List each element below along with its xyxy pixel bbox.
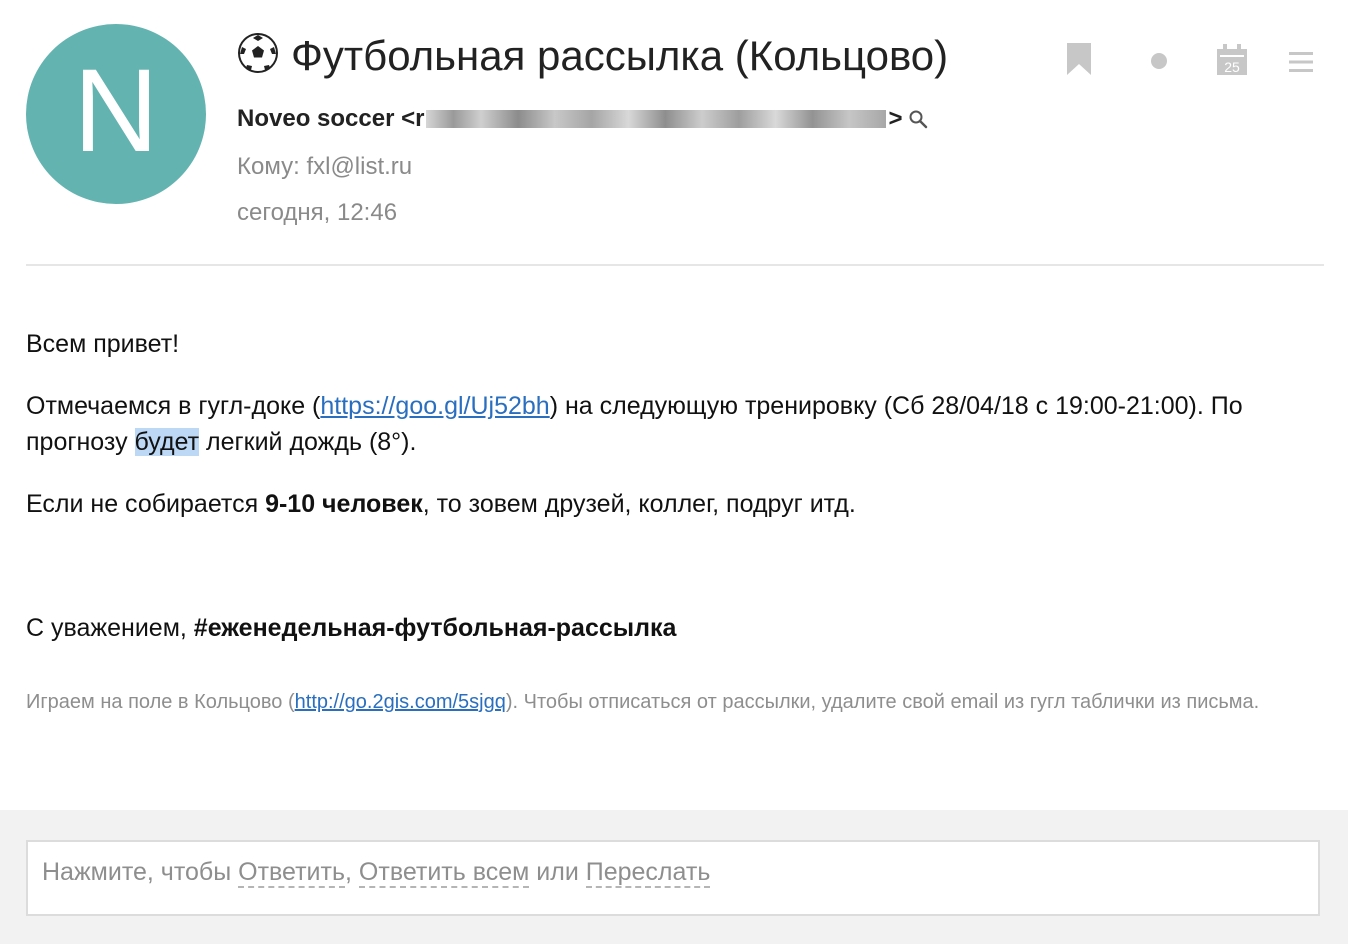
- quick-reply-box[interactable]: Нажмите, чтобы Ответить, Ответить всем и…: [26, 840, 1320, 916]
- count-text-2: , то зовем друзей, коллег, подруг итд.: [422, 490, 856, 518]
- map-link[interactable]: http://go.2gis.com/5sjgq: [295, 691, 506, 713]
- reply-button[interactable]: Ответить: [238, 858, 346, 888]
- sender-name: Noveo soccer: [237, 105, 395, 132]
- sender-email-open: <r: [401, 105, 425, 132]
- search-icon[interactable]: [908, 109, 928, 129]
- sender-email-close: >: [888, 105, 903, 132]
- sender-line: Noveo soccer <r >: [237, 100, 928, 138]
- reply-prefix: Нажмите, чтобы: [42, 858, 239, 886]
- bookmark-icon[interactable]: [1066, 42, 1092, 76]
- sign-hashtag: #еженедельная-футбольная-рассылка: [193, 614, 677, 642]
- greeting: Всем привет!: [26, 330, 180, 358]
- menu-icon[interactable]: [1288, 50, 1314, 74]
- signature: С уважением, #еженедельная-футбольная-ра…: [26, 610, 676, 646]
- soccer-ball-icon: [238, 33, 278, 73]
- footer-note: Играем на поле в Кольцово (http://go.2gi…: [26, 684, 1322, 720]
- dot-icon[interactable]: [1150, 52, 1168, 70]
- to-address[interactable]: fxl@list.ru: [306, 153, 412, 180]
- to-label: Кому:: [237, 153, 300, 180]
- selected-word: будет: [134, 428, 200, 456]
- calendar-day: 25: [1224, 59, 1240, 75]
- subject-text: Футбольная рассылка (Кольцово): [291, 32, 949, 79]
- foot-text-2: ). Чтобы отписаться от рассылки, удалите…: [505, 691, 1260, 713]
- main-paragraph: Отмечаемся в гугл-доке (https://goo.gl/U…: [26, 388, 1322, 460]
- reply-area: Нажмите, чтобы Ответить, Ответить всем и…: [0, 810, 1348, 944]
- count-paragraph: Если не собирается 9-10 человек, то зове…: [26, 486, 856, 522]
- email-view: N Футбольная рассылка (Кольцово) Noveo s…: [0, 0, 1348, 944]
- email-date: сегодня, 12:46: [237, 199, 398, 226]
- recipient-line: Кому: fxl@list.ru: [237, 150, 412, 184]
- foot-text-1: Играем на поле в Кольцово (: [26, 691, 295, 713]
- reply-or: или: [529, 858, 586, 886]
- sign-text: С уважением,: [26, 614, 194, 642]
- header-divider: [26, 264, 1324, 266]
- sender-avatar: N: [26, 24, 206, 204]
- blurred-email-address: [426, 110, 887, 128]
- forward-button[interactable]: Переслать: [585, 858, 711, 888]
- main-text-1: Отмечаемся в гугл-доке (: [26, 392, 321, 420]
- count-text-1: Если не собирается: [26, 490, 266, 518]
- email-subject: Футбольная рассылка (Кольцово): [237, 28, 948, 84]
- avatar-letter: N: [73, 45, 159, 177]
- calendar-icon[interactable]: 25: [1216, 44, 1248, 76]
- google-doc-link[interactable]: https://goo.gl/Uj52bh: [320, 392, 549, 420]
- count-bold: 9-10 человек: [265, 490, 423, 518]
- reply-sep: ,: [345, 858, 359, 886]
- main-text-3: легкий дождь (8°).: [199, 428, 417, 456]
- reply-all-button[interactable]: Ответить всем: [358, 858, 530, 888]
